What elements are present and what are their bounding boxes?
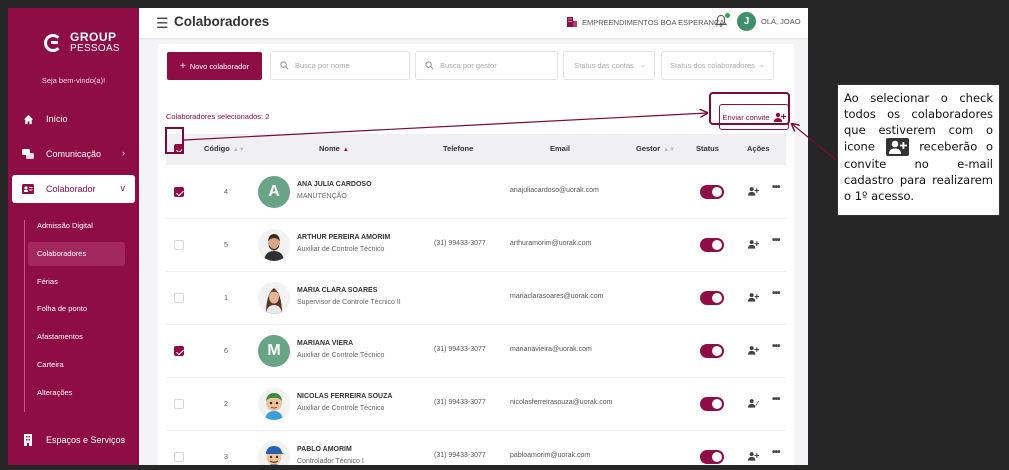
callout-arrows bbox=[183, 0, 837, 161]
arrow-note-to-invite bbox=[792, 124, 837, 161]
add-user-icon bbox=[885, 138, 909, 156]
instruction-note: Ao selecionar o check todos os colaborad… bbox=[837, 84, 1000, 216]
arrow-checkbox-to-invite bbox=[183, 113, 707, 141]
